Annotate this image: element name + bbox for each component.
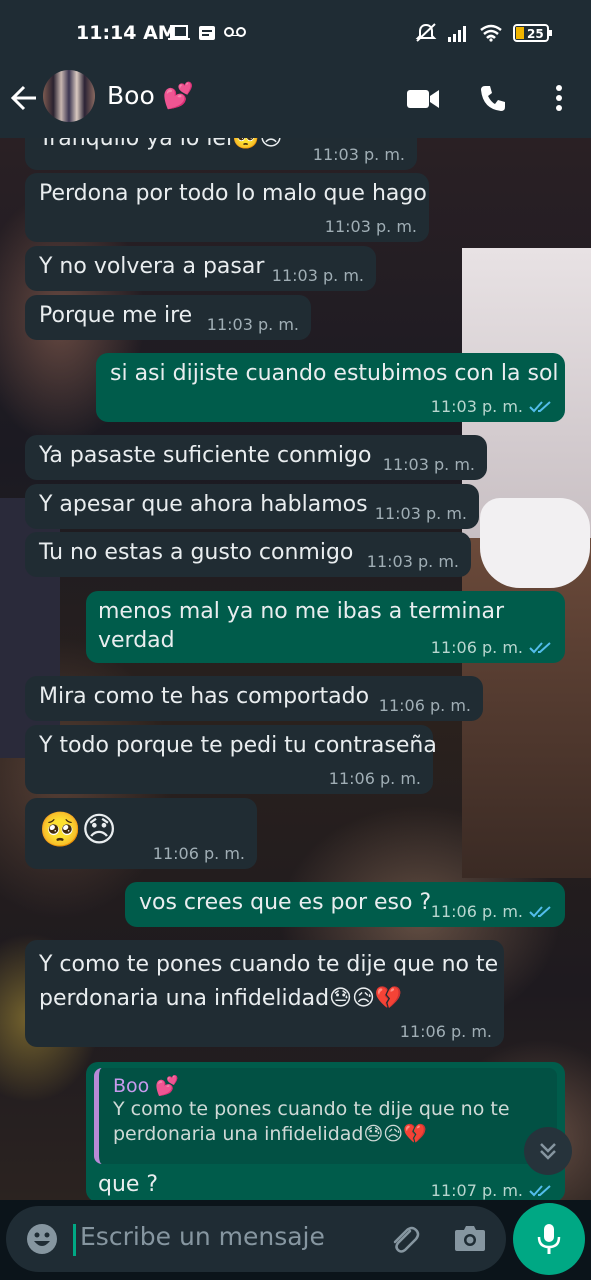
message-time: 11:03 p. m. (312, 145, 405, 164)
message-time: 11:03 p. m. (324, 217, 417, 236)
status-time: 11:14 AM (76, 22, 177, 44)
message-incoming[interactable]: Y no volvera a pasar 11:03 p. m. (25, 246, 376, 291)
read-receipt-icon (529, 1184, 551, 1196)
message-time: 11:06 p. m. (431, 638, 553, 657)
message-outgoing[interactable]: vos crees que es por eso ? 11:06 p. m. (125, 882, 565, 927)
smiley-icon (27, 1224, 57, 1254)
read-receipt-icon (529, 641, 551, 653)
contact-name[interactable]: Boo 💕 (107, 81, 194, 111)
scroll-to-bottom-button[interactable] (524, 1127, 572, 1175)
wifi-icon (480, 24, 502, 42)
status-bar: 11:14 AM 25 (0, 0, 591, 62)
read-receipt-icon (529, 905, 551, 917)
status-left-icons (168, 25, 246, 41)
message-incoming[interactable]: Y todo porque te pedi tu contraseña 11:0… (25, 725, 437, 794)
message-incoming[interactable]: Tranquilo ya lo leí🥺😞 11:03 p. m. (25, 138, 417, 170)
battery-level: 25 (527, 27, 544, 41)
text-cursor (73, 1224, 76, 1256)
chat-header: Boo 💕 (0, 62, 591, 138)
message-time: 11:06 p. m. (328, 769, 421, 788)
microphone-icon (537, 1224, 561, 1254)
message-time: 11:03 p. m. (431, 397, 553, 416)
back-arrow-icon (10, 85, 36, 111)
message-time: 11:06 p. m. (378, 696, 471, 715)
chat-area[interactable]: Tranquilo ya lo leí🥺😞 11:03 p. m. Perdon… (0, 138, 591, 1200)
message-incoming[interactable]: Y como te pones cuando te dije que no te… (25, 940, 504, 1047)
message-text: que ? (98, 1172, 159, 1197)
message-time: 11:03 p. m. (374, 504, 467, 523)
message-text: Perdona por todo lo malo que hago (39, 181, 427, 206)
message-time: 11:06 p. m. (152, 844, 245, 863)
phone-icon (481, 86, 505, 111)
message-time: 11:06 p. m. (431, 902, 553, 921)
voice-record-button[interactable] (513, 1203, 585, 1275)
message-incoming[interactable]: 🥺😞 11:06 p. m. (25, 798, 257, 869)
message-text: menos mal ya no me ibas a terminar (98, 599, 505, 624)
message-time: 11:06 p. m. (399, 1022, 492, 1041)
message-incoming[interactable]: Porque me ire 11:03 p. m. (25, 295, 311, 340)
camera-button[interactable] (454, 1224, 486, 1256)
message-time: 11:03 p. m. (271, 266, 364, 285)
read-receipt-icon (529, 400, 551, 412)
message-incoming[interactable]: Perdona por todo lo malo que hago 11:03 … (25, 173, 429, 242)
laptop-icon (168, 25, 190, 40)
double-chevron-down-icon (540, 1143, 556, 1160)
paperclip-icon (393, 1226, 420, 1253)
message-outgoing-reply[interactable]: Boo 💕 Y como te pones cuando te dije que… (86, 1062, 565, 1200)
message-time: 11:03 p. m. (206, 315, 299, 334)
wallpaper-decoration (480, 498, 590, 588)
quoted-message[interactable]: Boo 💕 Y como te pones cuando te dije que… (94, 1068, 557, 1164)
message-time: 11:07 p. m. (431, 1181, 553, 1200)
message-input[interactable]: Escribe un mensaje (80, 1222, 325, 1251)
message-composer[interactable]: Escribe un mensaje (6, 1206, 506, 1272)
message-time: 11:03 p. m. (366, 552, 459, 571)
message-outgoing[interactable]: si asi dijiste cuando estubimos con la s… (96, 353, 565, 422)
camera-icon (455, 1226, 485, 1251)
message-incoming[interactable]: Y apesar que ahora hablamos 11:03 p. m. (25, 484, 479, 529)
message-incoming[interactable]: Ya pasaste suficiente conmigo 11:03 p. m… (25, 435, 487, 480)
message-outgoing[interactable]: menos mal ya no me ibas a terminar verda… (86, 591, 565, 663)
signal-icon (448, 26, 466, 42)
message-incoming[interactable]: Tu no estas a gusto conmigo 11:03 p. m. (25, 532, 471, 577)
battery-icon: 25 (513, 24, 553, 42)
message-text: perdonaria una infidelidad😓😥💔 (39, 986, 403, 1011)
more-vertical-icon (556, 85, 562, 111)
quoted-text: Y como te pones cuando te dije que no te (113, 1098, 510, 1120)
quoted-text: perdonaria una infidelidad😓😥💔 (113, 1123, 427, 1145)
mute-icon (415, 23, 437, 42)
voicemail-icon (224, 27, 246, 37)
message-time: 11:03 p. m. (382, 455, 475, 474)
contact-avatar[interactable] (43, 70, 95, 122)
status-right-icons: 25 (415, 23, 553, 43)
back-button[interactable] (10, 84, 38, 116)
video-camera-icon (407, 90, 439, 108)
voice-call-button[interactable] (479, 84, 507, 116)
attach-button[interactable] (388, 1223, 422, 1261)
message-icon (199, 26, 215, 40)
message-text: si asi dijiste cuando estubimos con la s… (110, 361, 559, 386)
more-options-button[interactable] (555, 84, 563, 116)
video-call-button[interactable] (407, 88, 439, 114)
emoji-button[interactable] (26, 1223, 58, 1259)
message-text: Y todo porque te pedi tu contraseña (39, 733, 437, 758)
message-incoming[interactable]: Mira como te has comportado 11:06 p. m. (25, 676, 483, 721)
quoted-author: Boo 💕 (113, 1075, 179, 1097)
message-text: Y como te pones cuando te dije que no te (39, 952, 499, 977)
